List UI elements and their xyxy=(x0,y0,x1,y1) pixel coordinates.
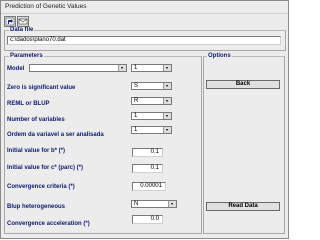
model-label: Model xyxy=(7,66,25,72)
data-file-legend: Data file xyxy=(9,27,35,33)
zero-significant-value: S xyxy=(134,83,139,89)
model-number-value: 1 xyxy=(134,65,138,71)
num-variables-value: 1 xyxy=(134,113,138,119)
reml-blup-value: R xyxy=(134,98,139,104)
initial-b-label: Initial value for b* (*) xyxy=(7,148,66,154)
num-variables-select[interactable]: 1 xyxy=(131,112,172,120)
reml-blup-select[interactable]: R xyxy=(131,97,172,105)
options-legend: Options xyxy=(207,53,232,59)
model-number-select[interactable]: 1 xyxy=(131,64,172,72)
chevron-down-icon[interactable] xyxy=(163,127,171,133)
chevron-down-icon[interactable] xyxy=(168,201,176,207)
mail-button[interactable] xyxy=(17,16,29,27)
run-icon xyxy=(5,17,15,26)
read-data-button[interactable]: Read Data xyxy=(206,202,280,211)
zero-significant-select[interactable]: S xyxy=(131,82,172,90)
chevron-down-icon[interactable] xyxy=(163,113,171,119)
model-type-select[interactable] xyxy=(29,64,127,72)
convergence-acceleration-label: Convergence acceleration (*) xyxy=(7,221,90,227)
prediction-window: Prediction of Genetic Values Data file c… xyxy=(0,0,289,239)
num-variables-label: Number of variables xyxy=(7,117,65,123)
convergence-acceleration-input[interactable]: 0.0 xyxy=(132,215,163,224)
chevron-down-icon[interactable] xyxy=(118,65,126,71)
chevron-down-icon[interactable] xyxy=(163,83,171,89)
blup-heterogeneous-label: Blup heterogeneous xyxy=(7,204,66,210)
convergence-criteria-label: Convergence criteria (*) xyxy=(7,184,75,190)
parameters-legend: Parameters xyxy=(9,53,44,59)
run-button[interactable] xyxy=(4,16,16,27)
back-button[interactable]: Back xyxy=(206,80,280,89)
mail-icon xyxy=(18,18,28,25)
reml-blup-label: REML or BLUP xyxy=(7,101,50,107)
chevron-down-icon[interactable] xyxy=(163,98,171,104)
data-file-group: Data file c:\dados\plano70.dat xyxy=(4,27,286,51)
initial-c-input[interactable]: 0.1 xyxy=(132,164,163,173)
chevron-down-icon[interactable] xyxy=(163,65,171,71)
window-title: Prediction of Genetic Values xyxy=(5,3,87,10)
title-bar: Prediction of Genetic Values xyxy=(1,1,288,14)
convergence-criteria-input[interactable]: 0.00001 xyxy=(132,182,166,191)
zero-significant-label: Zero is significant value xyxy=(7,85,76,91)
ordem-variavel-value: 1 xyxy=(134,127,138,133)
ordem-variavel-label: Ordem da variavel a ser analisada xyxy=(7,132,104,138)
initial-c-label: Initial value for c* (parc) (*) xyxy=(7,165,84,171)
data-file-input[interactable]: c:\dados\plano70.dat xyxy=(7,36,281,45)
blup-heterogeneous-select[interactable]: N xyxy=(131,200,177,208)
initial-b-input[interactable]: 0.1 xyxy=(132,148,163,157)
blup-heterogeneous-value: N xyxy=(134,201,139,207)
ordem-variavel-select[interactable]: 1 xyxy=(131,126,172,134)
